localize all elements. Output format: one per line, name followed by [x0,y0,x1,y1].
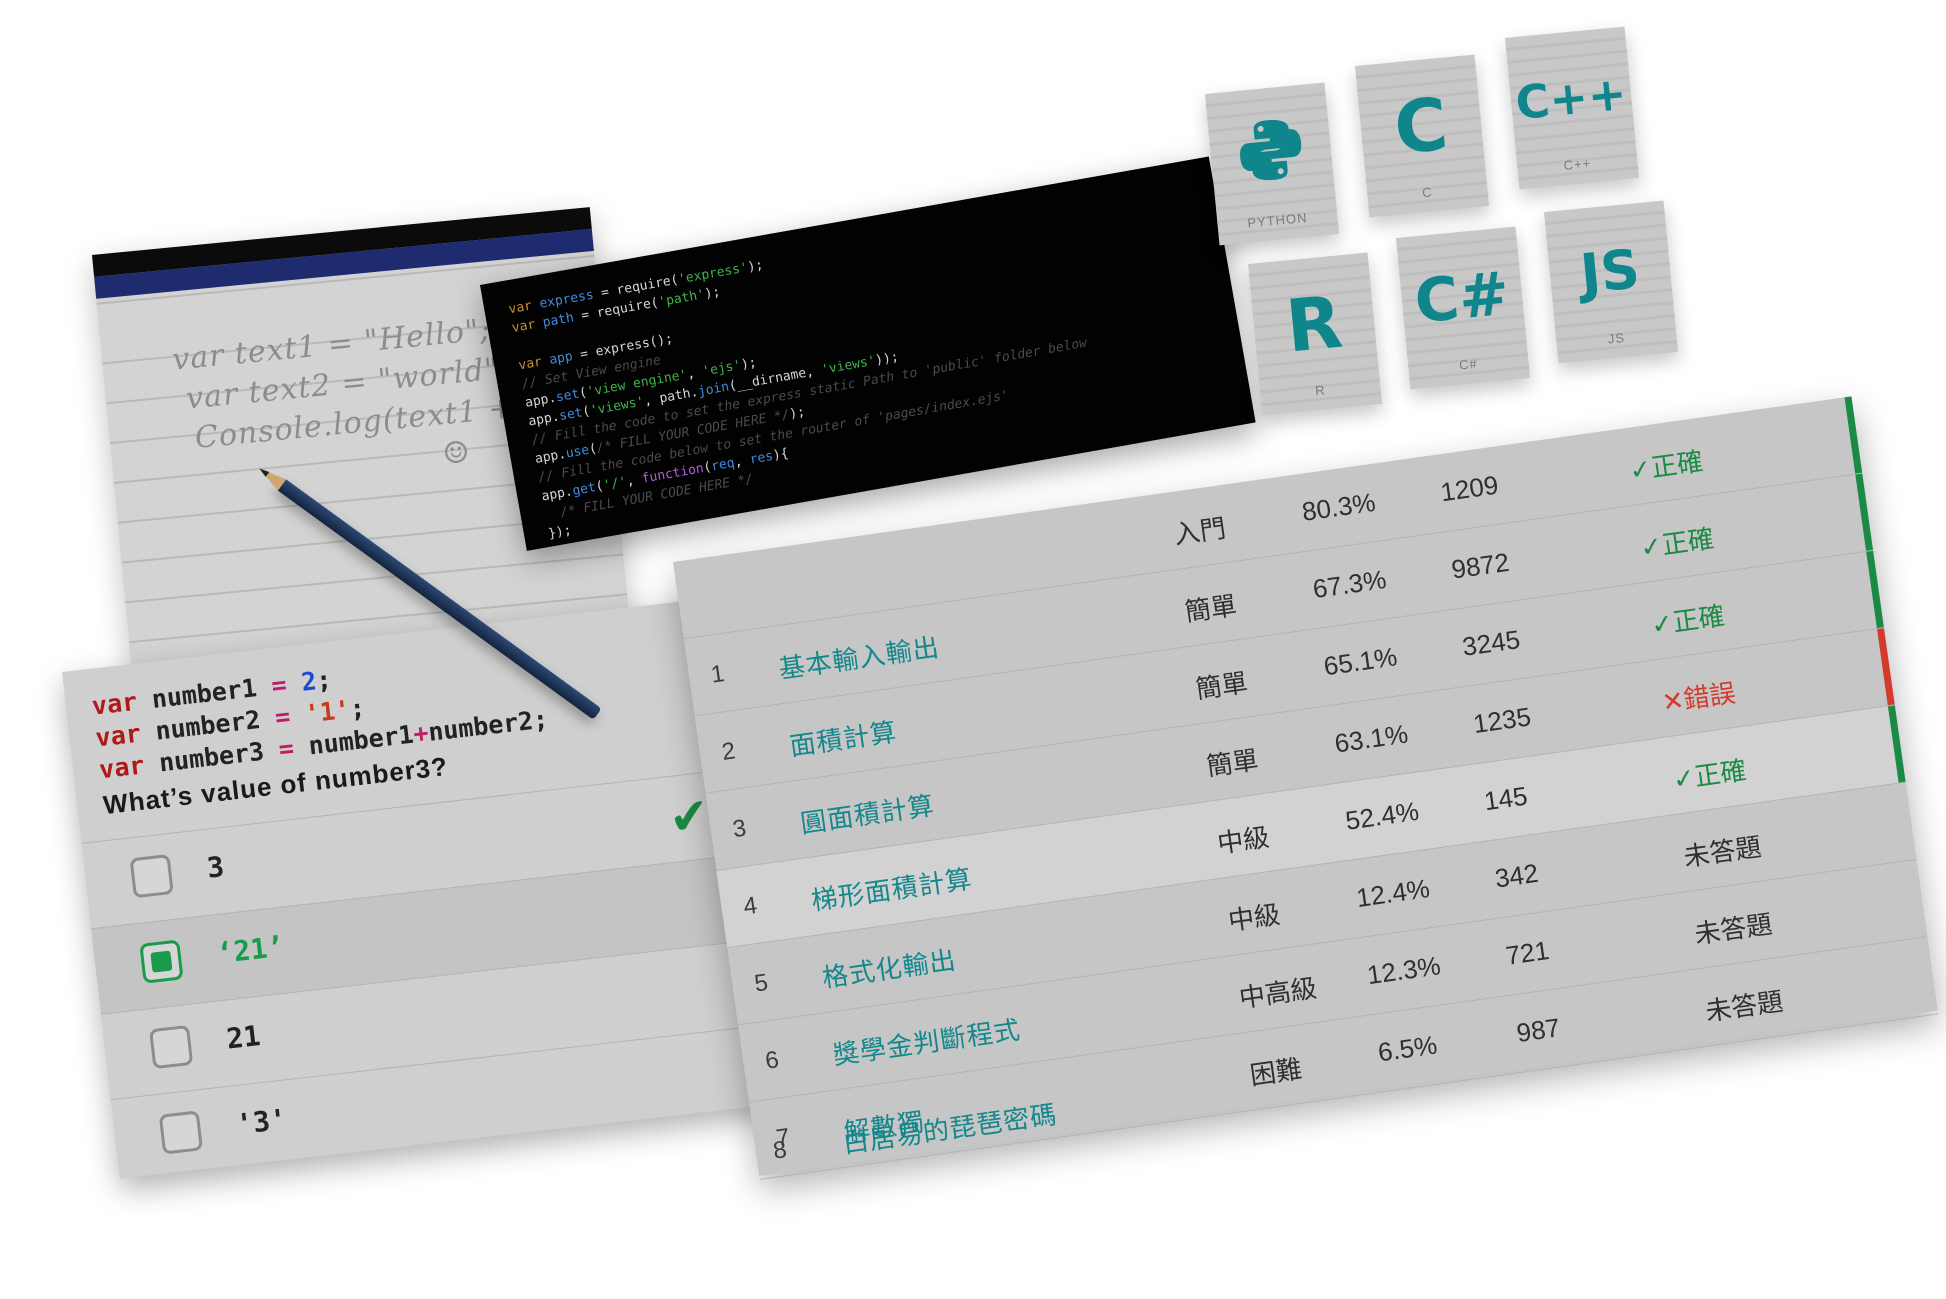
problem-number: 6 [763,1046,781,1075]
lang-caption: C [1421,184,1434,201]
problem-pass-rate: 63.1% [1332,718,1410,759]
status-bar [1844,396,1863,474]
problem-title-link[interactable]: 圓面積計算 [798,785,937,840]
option-checkbox[interactable] [158,1110,204,1155]
status-wrong: ✕錯誤 [1660,677,1738,718]
status-unanswered: 未答題 [1681,831,1764,873]
problem-level: 中級 [1215,821,1272,859]
problem-title-link[interactable]: 獎學金判斷程式 [830,1009,1022,1072]
problem-title-link[interactable]: 梯形面積計算 [809,859,975,918]
problem-level: 簡單 [1204,744,1261,782]
lang-card-python[interactable]: PYTHON [1204,82,1340,246]
status-correct: ✓正確 [1638,523,1716,564]
option-checkbox[interactable] [129,854,174,899]
lang-symbol: C++ [1513,65,1629,131]
problem-pass-rate: 67.3% [1310,564,1389,605]
problem-submissions: 987 [1514,1012,1562,1049]
problem-number: 2 [720,737,738,766]
lang-caption: JS [1607,329,1626,347]
option-label: 21 [224,1019,262,1056]
problem-number: 3 [730,814,748,844]
code-editor-panel: var express = require('express'); var pa… [480,156,1256,551]
lang-symbol: JS [1577,237,1643,306]
problem-submissions: 342 [1492,857,1541,894]
problem-number: 1 [709,660,727,689]
problem-title-link[interactable]: 基本輸入輸出 [776,627,942,686]
status-bar [1866,550,1884,629]
problem-submissions: 1235 [1471,701,1533,740]
status-unanswered: 未答題 [1692,908,1775,950]
problem-number: 5 [752,969,770,998]
option-checkbox[interactable] [149,1024,194,1070]
status-correct: ✓正確 [1649,600,1727,641]
lang-card-r[interactable]: R R [1247,252,1383,416]
option-label: ‘21’ [215,929,286,971]
problem-title-link[interactable]: 格式化輸出 [820,940,959,995]
lang-symbol: C# [1411,258,1513,338]
problem-level: 中級 [1226,899,1282,937]
problem-pass-rate: 65.1% [1321,641,1399,682]
lang-caption: C# [1458,355,1479,373]
problem-level: 簡單 [1182,590,1239,628]
problem-pass-rate: 12.3% [1365,950,1443,991]
problem-title-link[interactable]: 面積計算 [787,712,899,764]
problem-submissions: 9872 [1449,546,1512,585]
problem-pass-rate: 52.4% [1343,795,1421,836]
lang-card-c[interactable]: C C [1354,54,1490,218]
status-correct: ✓正確 [1627,445,1705,486]
problem-submissions: 721 [1503,935,1551,971]
status-unanswered: 未答題 [1703,985,1785,1027]
status-bar [1877,628,1895,706]
status-bar [1855,473,1873,551]
lang-caption: PYTHON [1246,209,1309,231]
problem-submissions: 145 [1482,780,1530,817]
python-logo-icon [1240,119,1302,181]
lang-symbol: C [1390,81,1452,171]
problem-pass-rate: 12.4% [1354,873,1432,914]
problem-submissions: 3245 [1460,624,1522,662]
option-label: '3' [234,1102,289,1142]
lang-caption: C++ [1562,155,1592,174]
problem-pass-rate: 80.3% [1300,486,1378,527]
smiley-doodle: ☺ [441,434,473,473]
problem-level: 中高級 [1237,972,1319,1014]
problem-number: 4 [741,891,759,921]
problem-submissions: 1209 [1438,469,1501,508]
quiz-card: var number1 = 2; var number2 = '1'; var … [62,596,782,1185]
problem-level: 入門 [1172,512,1228,550]
lang-card-js[interactable]: JS JS [1543,200,1679,364]
lang-caption: R [1314,382,1327,399]
lang-symbol: R [1282,279,1346,369]
lang-card-csharp[interactable]: C# C# [1395,226,1531,390]
status-correct: ✓正確 [1670,754,1749,795]
lang-card-cpp[interactable]: C++ C++ [1504,26,1640,190]
option-checkbox-checked[interactable] [139,939,184,984]
problem-level: 簡單 [1193,667,1250,705]
option-label: 3 [205,850,226,885]
problem-number: 8 [771,1136,789,1165]
status-bar [1887,705,1906,783]
